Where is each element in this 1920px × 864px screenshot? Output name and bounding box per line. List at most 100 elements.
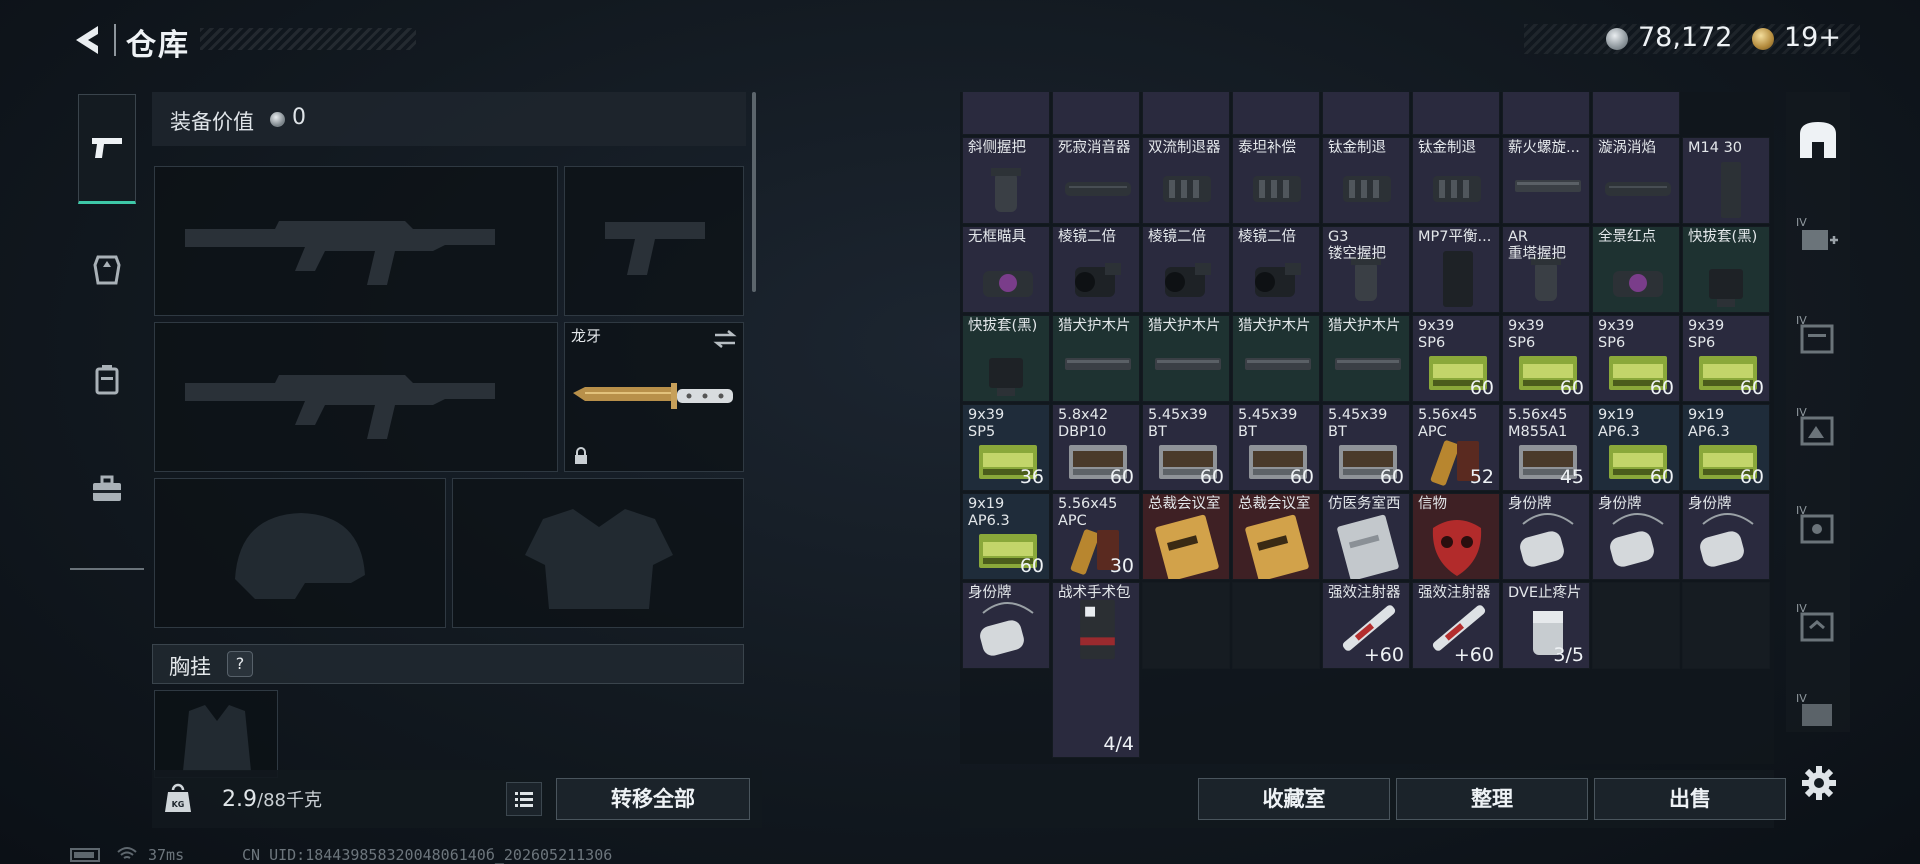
storage-item[interactable]: 5.45x39 BT 60 — [1142, 404, 1230, 491]
storage-empty-slot[interactable] — [1142, 92, 1230, 135]
storage-item[interactable]: 斜侧握把 — [962, 137, 1050, 224]
nav-toolbox[interactable] — [78, 434, 136, 544]
storage-item[interactable]: 9x39 SP5 36 — [962, 404, 1050, 491]
item-name: 5.56x45 APC — [1058, 496, 1118, 529]
storage-item[interactable]: 总裁会议室 — [1142, 493, 1230, 580]
melee-slot[interactable]: 龙牙 — [564, 322, 744, 472]
secondary-weapon-slot[interactable] — [154, 322, 558, 472]
storage-item[interactable]: MP7平衡... — [1412, 226, 1500, 313]
storage-item[interactable]: 9x39 SP6 60 — [1682, 315, 1770, 402]
storage-item[interactable]: 死寂消音器 — [1052, 137, 1140, 224]
storage-empty-slot[interactable] — [962, 92, 1050, 135]
storage-tab-6[interactable]: IV — [1796, 692, 1840, 736]
storage-empty-slot[interactable] — [1052, 92, 1140, 135]
storage-item[interactable]: 漩涡消焰 — [1592, 137, 1680, 224]
storage-item[interactable]: 钛金制退 — [1322, 137, 1410, 224]
primary-weapon-slot[interactable] — [154, 166, 558, 316]
storage-empty-slot[interactable] — [1142, 582, 1230, 669]
storage-item[interactable]: 泰坦补偿 — [1232, 137, 1320, 224]
storage-item[interactable]: 猎犬护木片 — [1142, 315, 1230, 402]
nav-backpack[interactable] — [78, 324, 136, 434]
storage-item[interactable]: 总裁会议室 — [1232, 493, 1320, 580]
storage-item[interactable]: DVE止疼片 3/5 — [1502, 582, 1590, 669]
storage-item[interactable]: 5.56x45 APC 52 — [1412, 404, 1500, 491]
storage-item[interactable]: 薪火螺旋... — [1502, 137, 1590, 224]
sort-button[interactable]: 整理 — [1396, 778, 1588, 820]
storage-item[interactable]: 战术手术包 4/4 — [1052, 582, 1140, 758]
list-view-button[interactable] — [506, 782, 542, 816]
storage-empty-slot[interactable] — [1322, 92, 1410, 135]
sidearm-slot[interactable] — [564, 166, 744, 316]
storage-empty-slot[interactable] — [1592, 92, 1680, 135]
storage-item[interactable]: 棱镜二倍 — [1232, 226, 1320, 313]
loadout-scrollbar[interactable] — [752, 92, 756, 292]
storage-item[interactable]: 信物 — [1412, 493, 1500, 580]
settings-gear-icon[interactable] — [1800, 764, 1838, 802]
storage-empty-slot[interactable] — [1412, 92, 1500, 135]
storage-item[interactable]: 双流制退器 — [1142, 137, 1230, 224]
storage-empty-slot[interactable] — [1232, 582, 1320, 669]
storage-item[interactable]: 5.56x45 M855A1 45 — [1502, 404, 1590, 491]
storage-item[interactable]: 9x19 AP6.3 60 — [962, 493, 1050, 580]
item-count: 52 — [1469, 466, 1494, 488]
part-icon — [1323, 92, 1410, 135]
transfer-all-button[interactable]: 转移全部 — [556, 778, 750, 820]
storage-item[interactable]: 棱镜二倍 — [1142, 226, 1230, 313]
storage-tab-5[interactable]: IV — [1796, 602, 1840, 646]
swap-icon[interactable] — [713, 329, 737, 349]
gold-amount[interactable]: 19+ — [1784, 22, 1841, 53]
storage-item[interactable]: 强效注射器 +60 — [1322, 582, 1410, 669]
storage-item[interactable]: 无框瞄具 — [962, 226, 1050, 313]
storage-category-nav: IV IV IV IV IV IV — [1786, 92, 1850, 732]
storage-item[interactable]: 仿医务室西 — [1322, 493, 1410, 580]
help-icon[interactable]: ? — [227, 651, 253, 677]
storage-item[interactable]: 9x19 AP6.3 60 — [1592, 404, 1680, 491]
storage-tab-1[interactable]: IV — [1796, 216, 1840, 260]
storage-item[interactable]: 9x39 SP6 60 — [1592, 315, 1680, 402]
storage-item[interactable]: 身份牌 — [1592, 493, 1680, 580]
storage-item[interactable]: 身份牌 — [1502, 493, 1590, 580]
storage-tab-3[interactable]: IV — [1796, 406, 1840, 450]
storage-item[interactable]: 5.8x42 DBP10 60 — [1052, 404, 1140, 491]
storage-item[interactable]: 强效注射器 +60 — [1412, 582, 1500, 669]
helmet-slot[interactable] — [154, 478, 446, 628]
storage-item[interactable]: 5.45x39 BT 60 — [1232, 404, 1320, 491]
storage-empty-slot[interactable] — [1682, 582, 1770, 669]
storage-item[interactable]: 9x39 SP6 60 — [1412, 315, 1500, 402]
warehouse-icon[interactable] — [1796, 118, 1840, 162]
storage-item[interactable]: AR 重塔握把 — [1502, 226, 1590, 313]
storage-item[interactable]: 5.56x45 APC 30 — [1052, 493, 1140, 580]
sell-button[interactable]: 出售 — [1594, 778, 1786, 820]
storage-item[interactable]: 猎犬护木片 — [1322, 315, 1410, 402]
storage-item[interactable]: 全景红点 — [1592, 226, 1680, 313]
storage-item[interactable]: 钛金制退 — [1412, 137, 1500, 224]
storage-item[interactable]: 身份牌 — [1682, 493, 1770, 580]
storage-item[interactable]: 快拔套(黑) — [1682, 226, 1770, 313]
chest-rig-slot[interactable] — [154, 690, 278, 778]
storage-item[interactable]: 棱镜二倍 — [1052, 226, 1140, 313]
nav-weapons[interactable] — [78, 94, 136, 204]
storage-empty-slot[interactable] — [1592, 582, 1680, 669]
storage-item[interactable]: M14 30 — [1682, 137, 1770, 224]
back-arrow-icon[interactable] — [70, 22, 106, 58]
shelf-icon — [1802, 704, 1832, 726]
collection-room-button[interactable]: 收藏室 — [1198, 778, 1390, 820]
item-name: 9x39 SP6 — [1508, 318, 1545, 351]
storage-item[interactable]: 猎犬护木片 — [1052, 315, 1140, 402]
storage-item[interactable]: 身份牌 — [962, 582, 1050, 669]
storage-tab-4[interactable]: IV — [1796, 504, 1840, 548]
storage-empty-slot[interactable] — [1502, 92, 1590, 135]
body-armor-slot[interactable] — [452, 478, 744, 628]
storage-item[interactable]: 9x39 SP6 60 — [1502, 315, 1590, 402]
toolbox-icon — [93, 475, 121, 501]
nav-armor[interactable] — [78, 214, 136, 324]
storage-item[interactable]: G3 镂空握把 — [1322, 226, 1410, 313]
storage-item[interactable]: 快拔套(黑) — [962, 315, 1050, 402]
storage-empty-slot[interactable] — [1232, 92, 1320, 135]
storage-item[interactable]: 9x19 AP6.3 60 — [1682, 404, 1770, 491]
storage-tab-2[interactable]: IV — [1796, 314, 1840, 358]
storage-item[interactable]: 猎犬护木片 — [1232, 315, 1320, 402]
storage-item[interactable]: 5.45x39 BT 60 — [1322, 404, 1410, 491]
weight-readout: 2.9/88千克 — [222, 786, 322, 812]
backpack-icon — [95, 365, 119, 395]
